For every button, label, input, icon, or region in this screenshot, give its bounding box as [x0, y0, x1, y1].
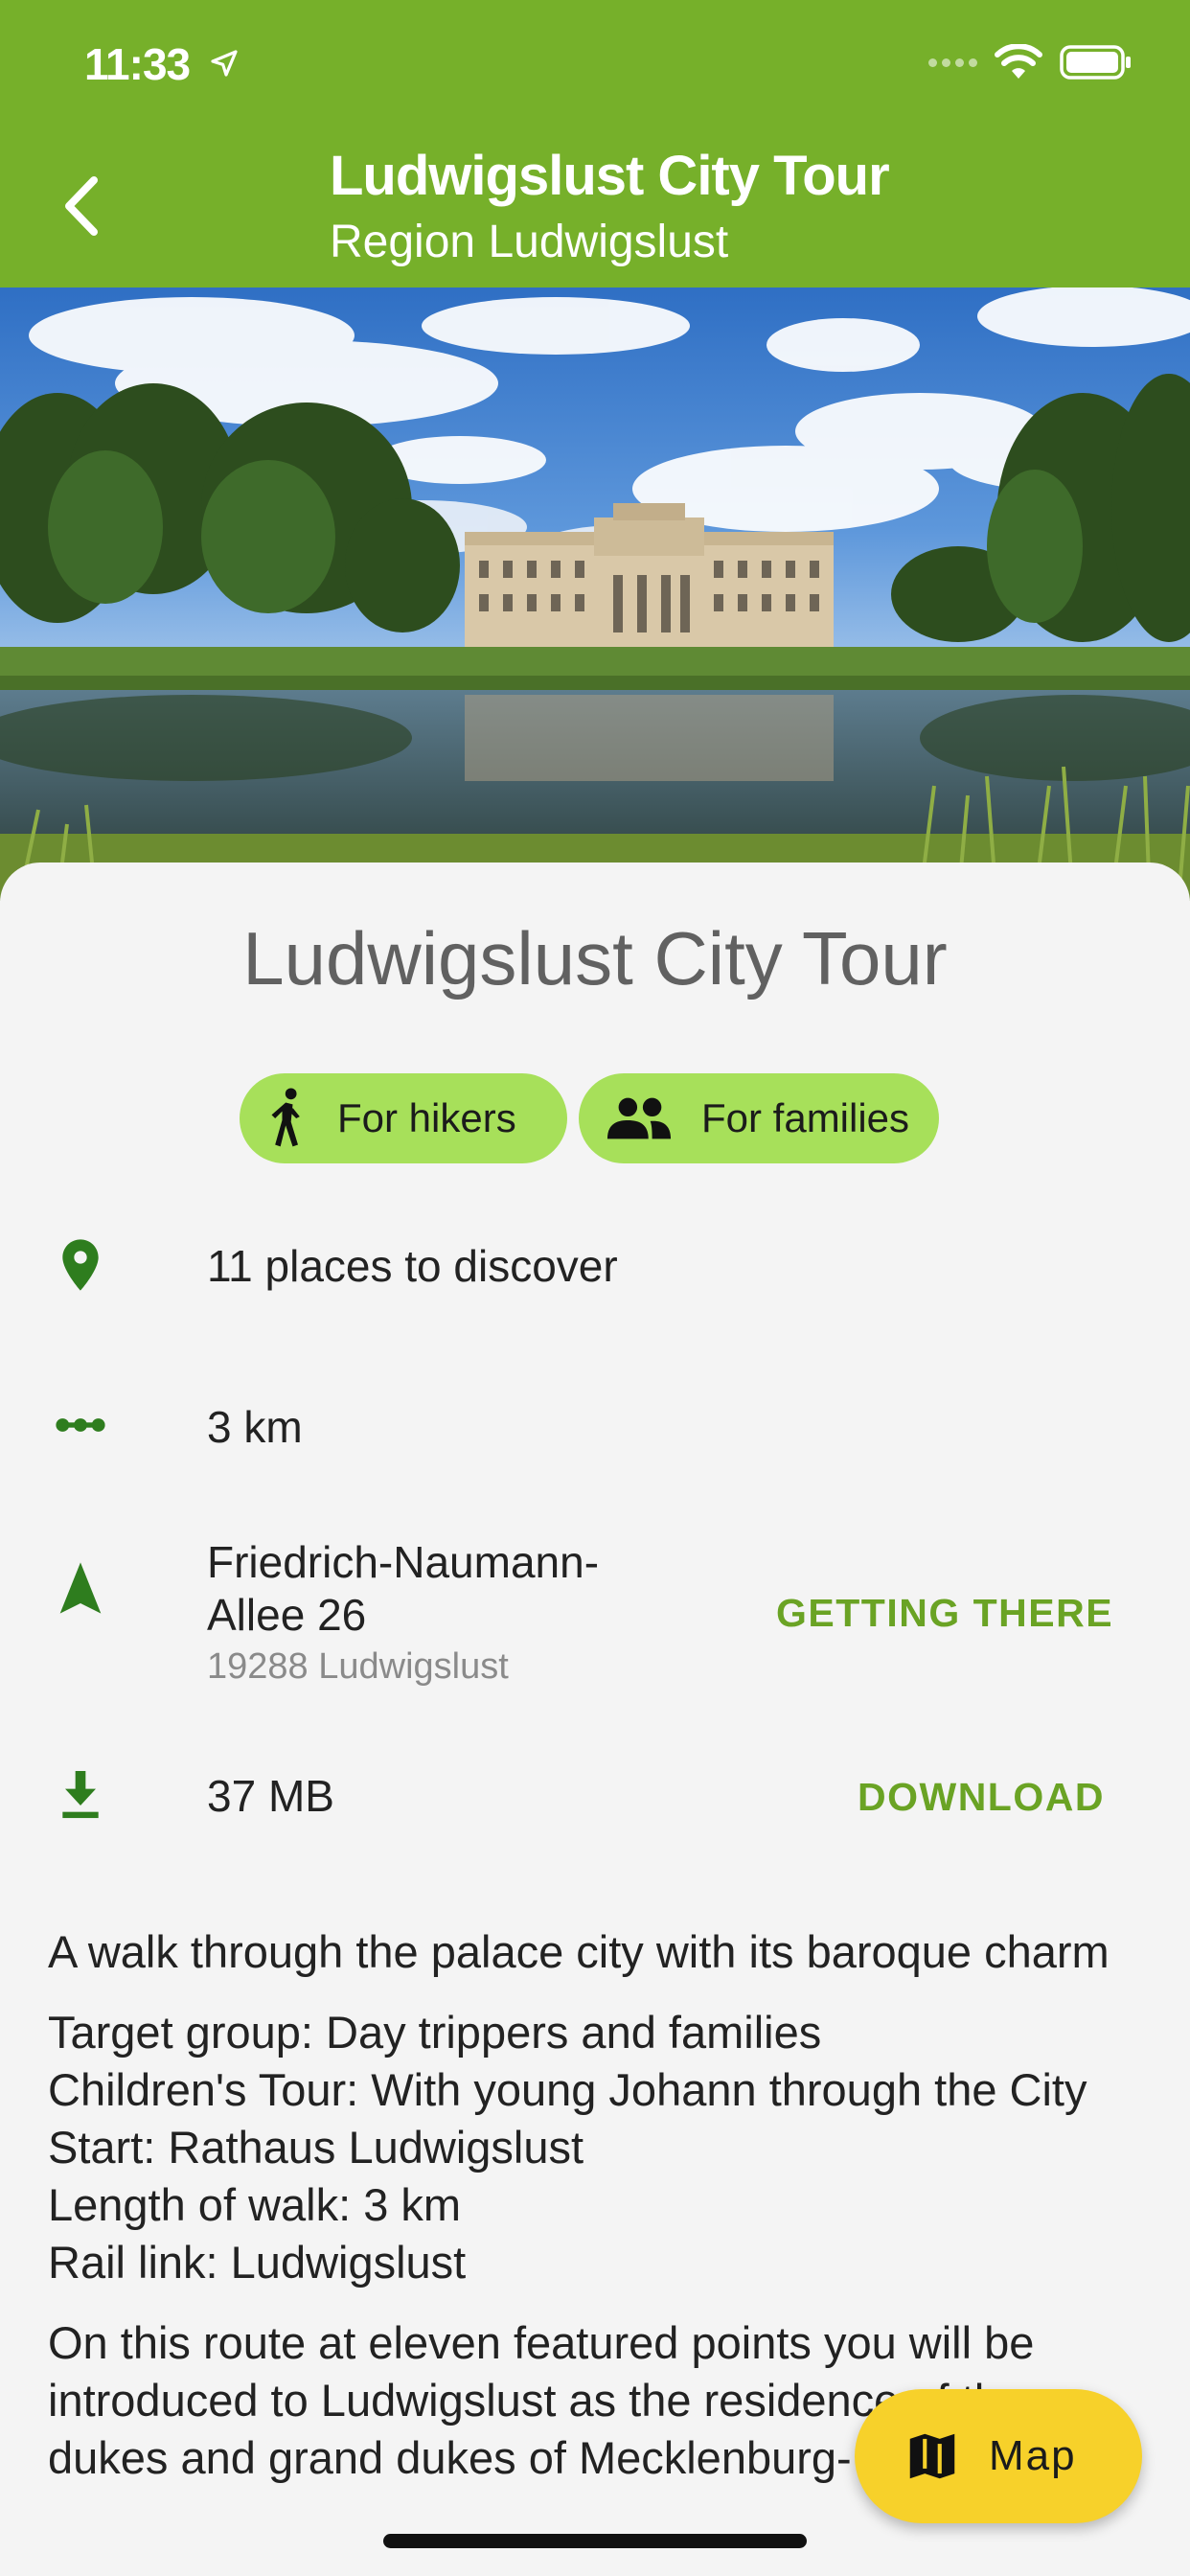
- battery-icon: [1060, 45, 1131, 80]
- header-subtitle: Region Ludwigslust: [330, 217, 729, 267]
- status-time: 11:33: [84, 39, 191, 89]
- home-indicator[interactable]: [383, 2534, 807, 2548]
- description-detail: Target group: Day trippers and families: [48, 2007, 822, 2058]
- wifi-icon: [995, 44, 1042, 79]
- description-detail: Children's Tour: With young Johann throu…: [48, 2064, 1087, 2115]
- download-icon: [62, 1771, 99, 1819]
- tag-chip-families: For families: [579, 1073, 939, 1163]
- tag-label: For families: [701, 1095, 910, 1140]
- description-intro: A walk through the palace city with its …: [48, 1926, 1110, 1977]
- app-header: 11:33 Ludwigslust City Tour Region Ludwi…: [0, 0, 1190, 288]
- location-arrow-icon: [211, 50, 238, 77]
- tour-distance: 3 km: [207, 1402, 303, 1452]
- tour-title: Ludwigslust City Tour: [242, 916, 948, 1000]
- download-size: 37 MB: [207, 1771, 334, 1821]
- tag-label: For hikers: [337, 1095, 516, 1140]
- signal-icon: [928, 58, 977, 67]
- header-title: Ludwigslust City Tour: [330, 145, 890, 207]
- status-indicators: [928, 44, 1133, 80]
- description-detail: Rail link: Ludwigslust: [48, 2237, 467, 2288]
- map-button-label: Map: [989, 2432, 1077, 2479]
- back-chevron-icon[interactable]: [57, 172, 105, 240]
- hiker-icon: [266, 1085, 309, 1152]
- address-city: 19288 Ludwigslust: [207, 1646, 509, 1687]
- tag-chip-hikers: For hikers: [240, 1073, 567, 1163]
- getting-there-button[interactable]: GETTING THERE: [776, 1591, 1113, 1636]
- route-distance-icon: [56, 1418, 105, 1432]
- tour-hero-image: [0, 288, 1190, 901]
- map-icon: [909, 2433, 955, 2479]
- description-detail: Start: Rathaus Ludwigslust: [48, 2122, 584, 2173]
- description-detail: Length of walk: 3 km: [48, 2179, 462, 2230]
- address-street-line1: Friedrich-Naumann-: [207, 1537, 600, 1587]
- download-button[interactable]: DOWNLOAD: [858, 1775, 1105, 1820]
- people-icon: [606, 1095, 673, 1141]
- places-count: 11 places to discover: [207, 1241, 618, 1291]
- address-street-line2: Allee 26: [207, 1590, 367, 1640]
- map-button[interactable]: Map: [855, 2389, 1142, 2523]
- location-pin-icon: [62, 1239, 99, 1291]
- navigation-arrow-icon: [59, 1562, 102, 1614]
